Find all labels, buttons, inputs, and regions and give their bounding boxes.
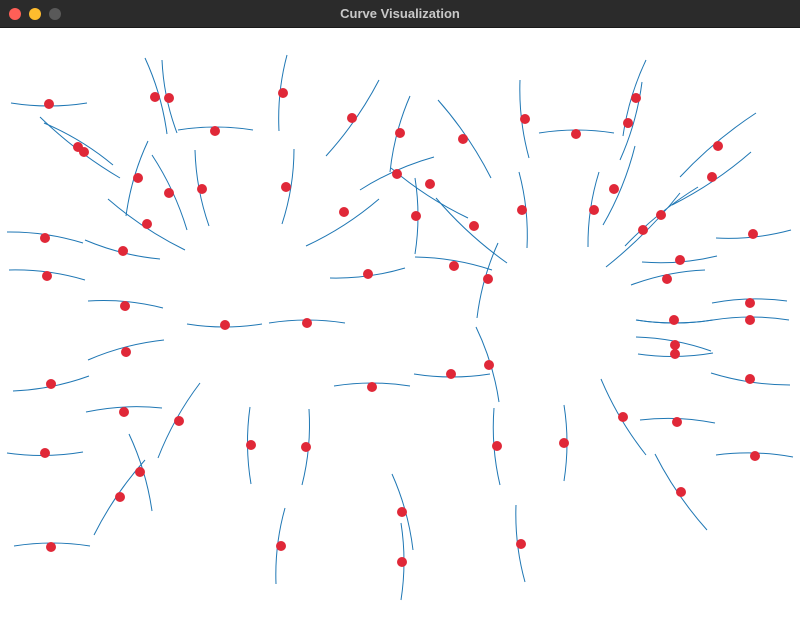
data-point	[446, 369, 456, 379]
data-point	[121, 347, 131, 357]
data-point	[301, 442, 311, 452]
data-point	[618, 412, 628, 422]
data-point	[449, 261, 459, 271]
data-point	[42, 271, 52, 281]
data-point	[197, 184, 207, 194]
data-point	[210, 126, 220, 136]
curve-segment	[435, 197, 508, 264]
data-point	[669, 315, 679, 325]
data-point	[40, 233, 50, 243]
data-point	[638, 225, 648, 235]
data-point	[44, 99, 54, 109]
data-point	[164, 188, 174, 198]
curve-plot	[6, 54, 794, 601]
data-point	[220, 320, 230, 330]
data-point	[347, 113, 357, 123]
data-point	[392, 169, 402, 179]
data-point	[589, 205, 599, 215]
data-point	[745, 374, 755, 384]
data-point	[246, 440, 256, 450]
data-point	[707, 172, 717, 182]
data-point	[631, 93, 641, 103]
data-point	[745, 315, 755, 325]
data-point	[281, 182, 291, 192]
title-bar[interactable]: Curve Visualization	[0, 0, 800, 28]
data-point	[713, 141, 723, 151]
data-point	[559, 438, 569, 448]
app-window: Curve Visualization	[0, 0, 800, 628]
data-point	[662, 274, 672, 284]
data-point	[520, 114, 530, 124]
data-point	[339, 207, 349, 217]
data-point	[397, 557, 407, 567]
data-point	[119, 407, 129, 417]
data-point	[150, 92, 160, 102]
plot-canvas[interactable]	[0, 28, 800, 628]
data-point	[656, 210, 666, 220]
data-point	[425, 179, 435, 189]
data-point	[571, 129, 581, 139]
data-point	[142, 219, 152, 229]
data-point	[133, 173, 143, 183]
data-point	[745, 298, 755, 308]
data-point	[120, 301, 130, 311]
data-point	[118, 246, 128, 256]
data-point	[367, 382, 377, 392]
window-title: Curve Visualization	[340, 6, 460, 21]
data-point	[675, 255, 685, 265]
data-point	[135, 467, 145, 477]
data-point	[46, 379, 56, 389]
data-point	[517, 205, 527, 215]
data-point	[748, 229, 758, 239]
data-point	[750, 451, 760, 461]
data-point	[278, 88, 288, 98]
data-point	[492, 441, 502, 451]
data-point	[115, 492, 125, 502]
data-point	[670, 340, 680, 350]
data-point	[483, 274, 493, 284]
curve-segment	[305, 198, 380, 247]
data-point	[484, 360, 494, 370]
data-point	[40, 448, 50, 458]
data-point	[672, 417, 682, 427]
data-point	[302, 318, 312, 328]
curve-segment	[390, 167, 469, 219]
data-point	[397, 507, 407, 517]
data-point	[46, 542, 56, 552]
data-point	[676, 487, 686, 497]
data-point	[516, 539, 526, 549]
data-point	[458, 134, 468, 144]
data-point	[469, 221, 479, 231]
data-point	[609, 184, 619, 194]
data-point	[411, 211, 421, 221]
data-point	[174, 416, 184, 426]
data-point	[670, 349, 680, 359]
curve-segment	[602, 145, 636, 226]
data-point	[395, 128, 405, 138]
data-point	[623, 118, 633, 128]
data-point	[79, 147, 89, 157]
data-point	[276, 541, 286, 551]
data-point	[363, 269, 373, 279]
data-point	[164, 93, 174, 103]
